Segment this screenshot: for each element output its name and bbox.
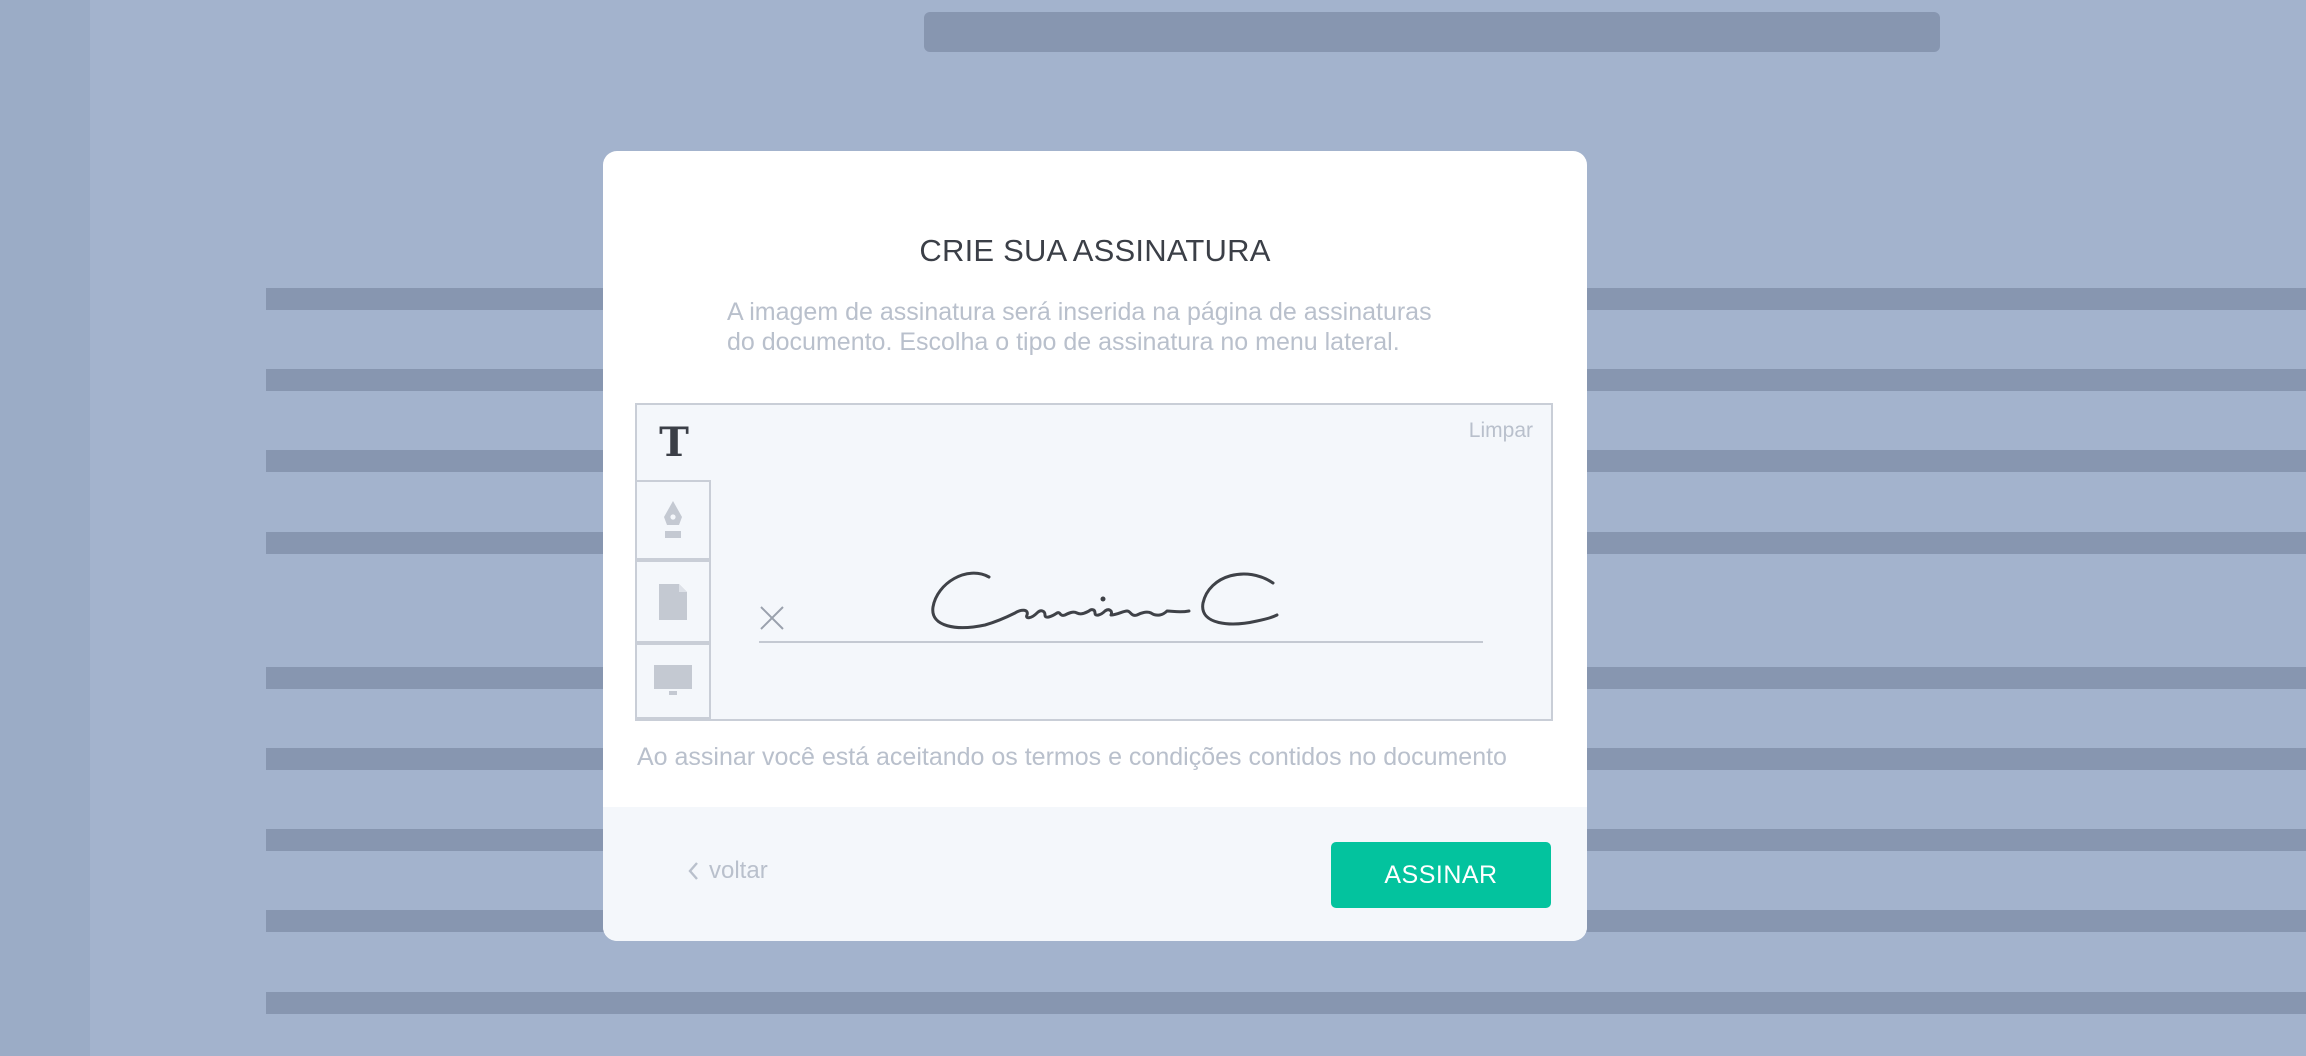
tool-draw[interactable] xyxy=(637,480,711,560)
pen-nib-icon xyxy=(664,501,682,538)
document-left-strip xyxy=(0,0,90,1056)
modal-description: A imagem de assinatura será inserida na … xyxy=(727,297,1487,357)
modal-title: CRIE SUA ASSINATURA xyxy=(919,233,1271,268)
text-t-icon: T xyxy=(659,419,689,466)
chevron-left-icon xyxy=(688,862,698,880)
signature-type-menu: T xyxy=(637,405,711,719)
signature-baseline xyxy=(759,641,1483,643)
modal-description-line: do documento. Escolha o tipo de assinatu… xyxy=(727,328,1400,356)
tool-upload[interactable] xyxy=(637,560,711,643)
back-button-label: voltar xyxy=(709,857,768,884)
signature-drawing xyxy=(931,571,1279,629)
sign-button[interactable]: ASSINAR xyxy=(1331,842,1551,908)
signature-pad[interactable]: T Limpar xyxy=(635,403,1553,721)
tool-text[interactable]: T xyxy=(637,405,711,480)
close-icon[interactable] xyxy=(757,603,787,633)
tool-screen[interactable] xyxy=(637,643,711,719)
clear-signature-link[interactable]: Limpar xyxy=(1469,419,1533,443)
modal-description-line: A imagem de assinatura será inserida na … xyxy=(727,298,1432,326)
modal-footer: voltar ASSINAR xyxy=(603,807,1587,941)
document-top-bar xyxy=(924,12,1940,52)
document-line xyxy=(266,992,2306,1014)
monitor-icon xyxy=(654,665,692,695)
document-icon xyxy=(659,583,687,620)
back-button[interactable]: voltar xyxy=(687,857,768,885)
signature-modal: CRIE SUA ASSINATURA A imagem de assinatu… xyxy=(603,151,1587,941)
terms-notice: Ao assinar você está aceitando os termos… xyxy=(637,743,1507,771)
